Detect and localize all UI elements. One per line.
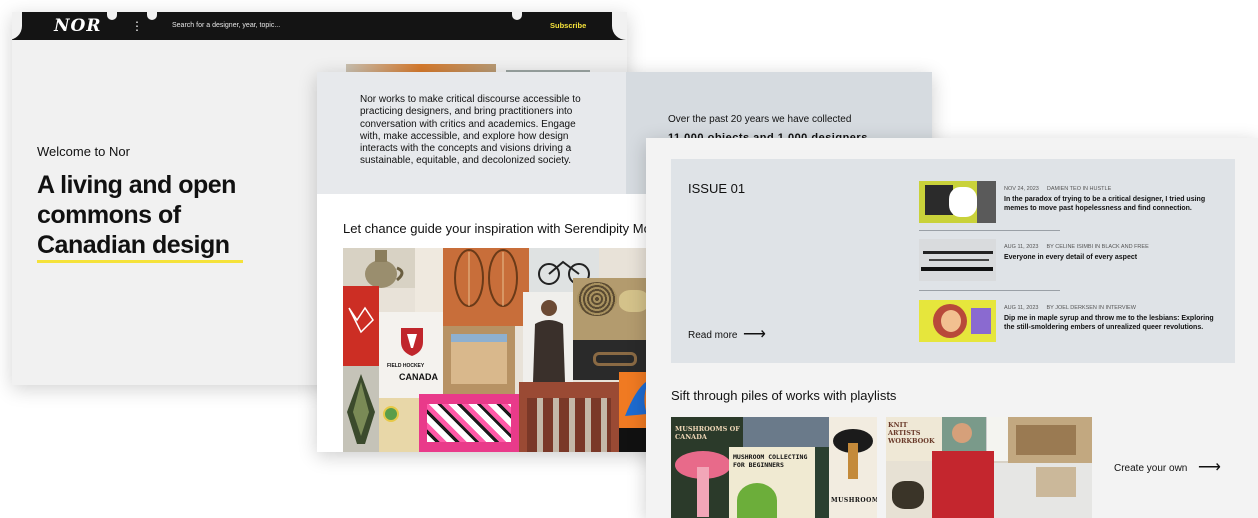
headline-line: A living and open xyxy=(37,171,236,199)
poster-title: MUSHROOMS OF CANADA xyxy=(675,425,740,441)
playlist-craft[interactable]: KNIT ARTISTS WORKBOOK xyxy=(886,417,1092,518)
serendipity-heading: Let chance guide your inspiration with S… xyxy=(343,221,666,236)
snowshoe-shapes xyxy=(454,249,518,307)
article-title[interactable]: In the paradox of trying to be a critica… xyxy=(1004,196,1224,213)
poster-title: MUSHROOM COLLECTING FOR BEGINNERS xyxy=(733,453,808,469)
arrowhead-image[interactable] xyxy=(345,372,377,446)
issue-playlists-card: ISSUE 01 Read more ⟶ NOV 24, 2023 DAMIEN … xyxy=(646,138,1258,518)
bar-wave-right xyxy=(612,12,627,40)
playlists-heading: Sift through piles of works with playlis… xyxy=(671,388,897,403)
article-date: AUG 11, 2023 xyxy=(1004,244,1039,250)
crest-icon[interactable] xyxy=(399,326,425,356)
collage-tile xyxy=(1036,467,1076,497)
fox-icon[interactable] xyxy=(343,298,379,338)
person-figure xyxy=(533,300,565,382)
article-meta: AUG 11, 2023 BY CELINE ISIMBI IN BLACK AN… xyxy=(1004,244,1149,250)
article-thumbnail[interactable] xyxy=(919,239,996,281)
collage-tile xyxy=(619,290,649,312)
collage-tile[interactable] xyxy=(379,398,419,452)
collage-tile xyxy=(737,483,777,518)
collage-tile[interactable] xyxy=(415,248,443,312)
serendipity-collage[interactable]: FIELD HOCKEY CANADA xyxy=(343,248,653,452)
article-item[interactable]: NOV 24, 2023 DAMIEN TEO IN HUSTLE In the … xyxy=(919,181,1229,223)
collected-text: Over the past 20 years we have collected xyxy=(668,114,852,125)
article-meta: AUG 11, 2023 BY JOEL DERKSEN IN INTERVIEW xyxy=(1004,305,1136,311)
top-navigation-bar: NOR ⋮ Search for a designer, year, topic… xyxy=(12,12,627,40)
subscribe-button[interactable]: Subscribe xyxy=(550,20,586,32)
read-more-link[interactable]: Read more xyxy=(688,330,737,341)
divider xyxy=(919,290,1060,291)
poster-title: KNIT ARTISTS WORKBOOK xyxy=(888,421,935,445)
marketing-collage: NOR ⋮ Search for a designer, year, topic… xyxy=(0,0,1258,518)
collage-tile xyxy=(593,352,637,366)
thumb-shape xyxy=(923,251,993,254)
article-date: NOV 24, 2023 xyxy=(1004,186,1039,192)
article-meta: NOV 24, 2023 DAMIEN TEO IN HUSTLE xyxy=(1004,186,1111,192)
collage-tile xyxy=(427,404,511,442)
article-title[interactable]: Dip me in maple syrup and throw me to th… xyxy=(1004,315,1224,332)
issue-panel: ISSUE 01 Read more ⟶ NOV 24, 2023 DAMIEN … xyxy=(671,159,1235,363)
nor-logo[interactable]: NOR xyxy=(54,16,101,36)
collage-tile xyxy=(952,423,972,443)
bar-wave xyxy=(147,12,157,20)
create-your-own-link[interactable]: Create your own xyxy=(1114,463,1187,474)
collage-tile xyxy=(1016,425,1076,455)
about-text: Nor works to make critical discourse acc… xyxy=(360,94,581,167)
collage-tile xyxy=(451,334,507,384)
thumb-shape xyxy=(929,259,989,261)
bar-wave xyxy=(107,12,117,20)
headline-line: commons of xyxy=(37,201,181,229)
search-input[interactable]: Search for a designer, year, topic... xyxy=(172,20,280,32)
thumb-shape xyxy=(941,310,961,332)
badge-image[interactable] xyxy=(383,406,399,422)
thumb-shape xyxy=(921,267,993,271)
collage-tile xyxy=(743,417,829,447)
collage-tile xyxy=(577,282,617,316)
article-byline[interactable]: DAMIEN TEO IN HUSTLE xyxy=(1047,186,1111,192)
article-byline[interactable]: BY JOEL DERKSEN IN INTERVIEW xyxy=(1046,305,1135,311)
article-thumbnail[interactable] xyxy=(919,300,996,342)
article-item[interactable]: AUG 11, 2023 BY CELINE ISIMBI IN BLACK AN… xyxy=(919,239,1229,281)
article-thumbnail[interactable] xyxy=(919,181,996,223)
pitcher-image[interactable] xyxy=(353,248,408,288)
article-date: AUG 11, 2023 xyxy=(1004,305,1039,311)
mushroom-drawing xyxy=(833,429,873,479)
bar-wave xyxy=(512,12,522,20)
poster-caption: CANADA xyxy=(399,372,438,382)
welcome-text: Welcome to Nor xyxy=(37,144,130,159)
article-byline[interactable]: BY CELINE ISIMBI IN BLACK AND FREE xyxy=(1046,244,1148,250)
arrow-right-icon[interactable]: ⟶ xyxy=(1198,457,1221,477)
article-title[interactable]: Everyone in every detail of every aspect xyxy=(1004,254,1224,263)
headline-underline xyxy=(37,260,243,263)
issue-title: ISSUE 01 xyxy=(688,181,746,196)
bar-wave-left xyxy=(12,12,22,40)
more-menu-icon[interactable]: ⋮ xyxy=(130,18,144,34)
collage-tile xyxy=(892,481,924,509)
arrow-right-icon[interactable]: ⟶ xyxy=(743,324,766,344)
poster-title: MUSHROOM xyxy=(831,497,877,504)
playlist-mushrooms[interactable]: MUSHROOMS OF CANADA MUSHROOM COLLECTING … xyxy=(671,417,877,518)
thumb-shape xyxy=(971,308,991,334)
red-textile-image[interactable] xyxy=(932,451,994,518)
divider xyxy=(919,230,1060,231)
poster-caption: FIELD HOCKEY xyxy=(387,363,425,369)
thumb-shape xyxy=(977,181,996,223)
article-item[interactable]: AUG 11, 2023 BY JOEL DERKSEN IN INTERVIEW… xyxy=(919,300,1229,342)
collage-tile xyxy=(527,398,611,452)
headline-line: Canadian design xyxy=(37,231,230,259)
cat-image xyxy=(949,187,977,217)
hero-headline: A living and open commons of Canadian de… xyxy=(37,170,236,260)
